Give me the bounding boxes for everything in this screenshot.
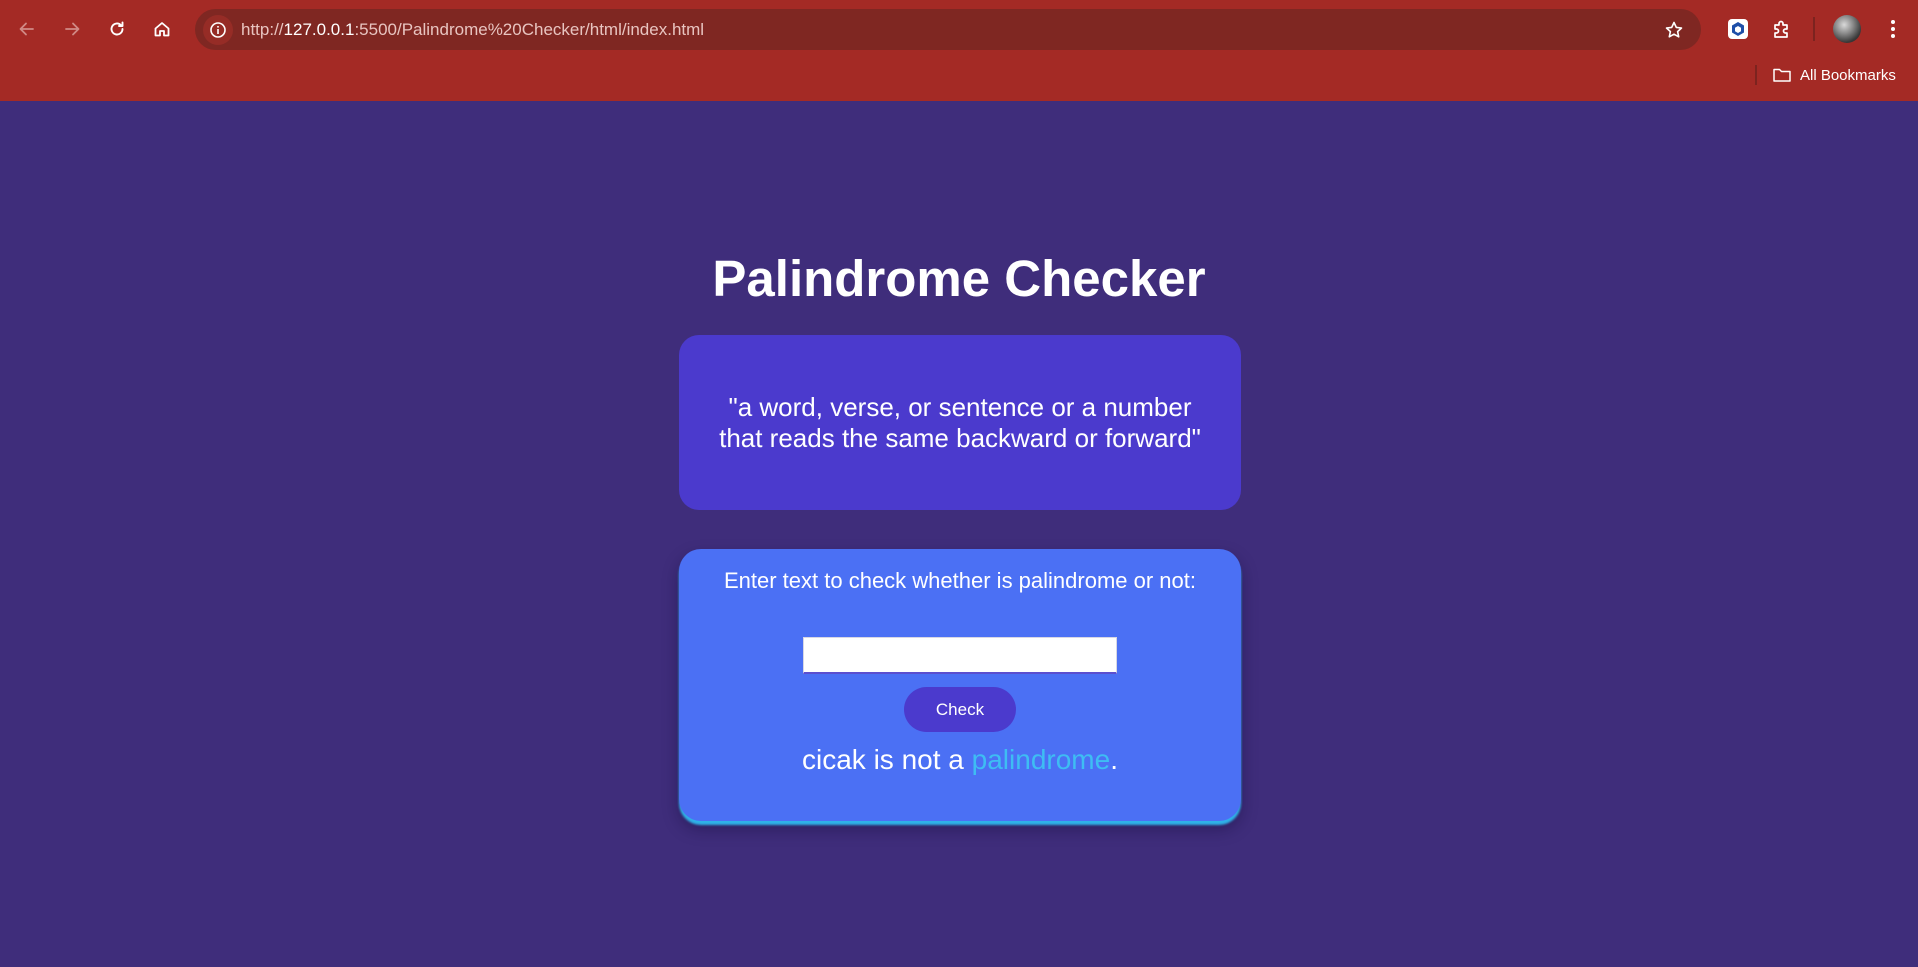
result-text: cicak is not a — [802, 744, 972, 775]
bookmarks-divider — [1755, 65, 1757, 85]
input-prompt-label: Enter text to check whether is palindrom… — [723, 568, 1196, 593]
arrow-left-icon — [19, 22, 34, 36]
star-icon — [1665, 21, 1683, 38]
url-path: :5500/Palindrome%20Checker/html/index.ht… — [354, 20, 705, 39]
reload-icon — [110, 21, 124, 36]
kebab-menu-icon — [1891, 20, 1895, 24]
result-message: cicak is not a palindrome. — [679, 743, 1241, 777]
arrow-right-icon — [65, 22, 80, 36]
browser-toolbar: http://127.0.0.1:5500/Palindrome%20Check… — [0, 0, 1918, 58]
kebab-menu-icon-dot — [1891, 27, 1895, 31]
extensions-menu-button[interactable] — [1766, 13, 1798, 45]
toolbar-divider — [1813, 17, 1815, 41]
checker-card: Enter text to check whether is palindrom… — [679, 549, 1241, 821]
palindrome-text-input[interactable] — [803, 637, 1117, 674]
kebab-menu-icon-dot — [1891, 34, 1895, 38]
page-title: Palindrome Checker — [712, 250, 1206, 307]
home-button[interactable] — [145, 12, 179, 46]
info-icon — [210, 22, 226, 38]
check-button[interactable]: Check — [904, 687, 1016, 732]
reload-button[interactable] — [100, 12, 134, 46]
extension-logo-icon — [1728, 19, 1748, 39]
back-button[interactable] — [10, 12, 44, 46]
forward-button[interactable] — [55, 12, 89, 46]
bookmarks-bar: All Bookmarks — [0, 58, 1918, 101]
url-scheme: http:// — [241, 20, 284, 39]
address-bar[interactable]: http://127.0.0.1:5500/Palindrome%20Check… — [195, 9, 1701, 50]
bookmark-star-button[interactable] — [1657, 13, 1691, 47]
all-bookmarks-label: All Bookmarks — [1800, 66, 1896, 84]
home-icon — [154, 22, 170, 37]
url-host: 127.0.0.1 — [283, 20, 355, 39]
extension-button[interactable] — [1722, 13, 1754, 45]
puzzle-icon — [1774, 20, 1788, 38]
browser-chrome: http://127.0.0.1:5500/Palindrome%20Check… — [0, 0, 1918, 101]
site-info-button[interactable] — [203, 15, 233, 45]
url-text[interactable]: http://127.0.0.1:5500/Palindrome%20Check… — [241, 9, 704, 50]
definition-text: "a word, verse, or sentence or a number … — [719, 391, 1201, 453]
result-suffix: . — [1110, 744, 1118, 775]
definition-card: "a word, verse, or sentence or a number … — [679, 335, 1241, 510]
page-body: Palindrome Checker "a word, verse, or se… — [0, 101, 1918, 967]
result-highlight: palindrome — [971, 744, 1111, 775]
folder-icon — [1773, 68, 1791, 82]
profile-avatar[interactable] — [1833, 15, 1861, 43]
browser-menu-button[interactable] — [1877, 13, 1909, 45]
all-bookmarks-button[interactable]: All Bookmarks — [1772, 61, 1896, 89]
